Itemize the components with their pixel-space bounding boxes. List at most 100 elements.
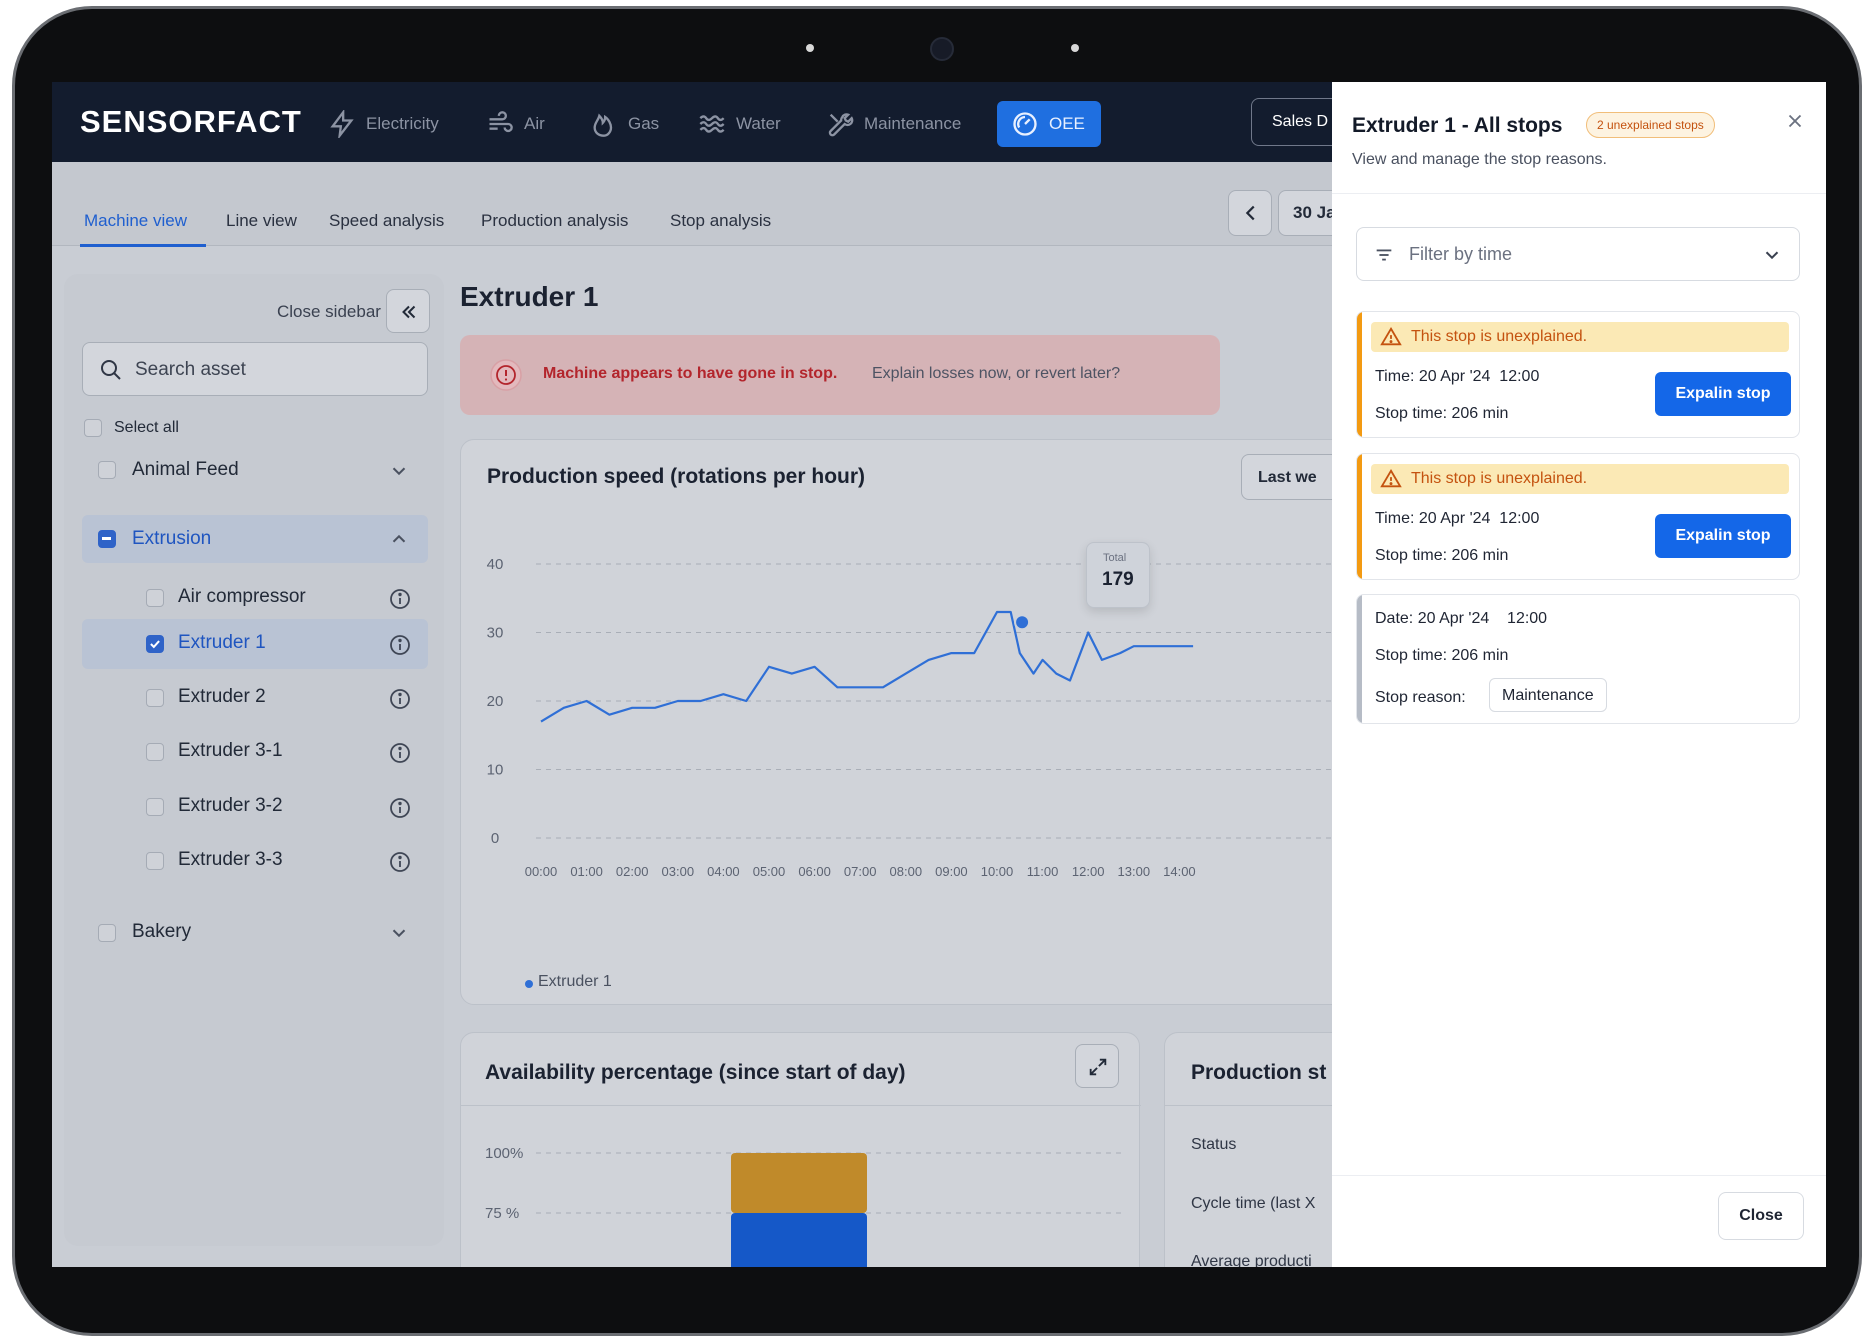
nav-label: OEE xyxy=(1049,114,1085,133)
group-checkbox-bakery[interactable] xyxy=(98,924,116,942)
chevron-down-icon xyxy=(1765,251,1779,260)
asset-label-extruder-3-1[interactable]: Extruder 3-1 xyxy=(178,740,283,762)
nav-water[interactable]: Water xyxy=(698,101,781,147)
stop-time-line: Time: 20 Apr '24 12:00 xyxy=(1375,368,1539,386)
nav-label: Gas xyxy=(628,114,660,133)
stop-reason-tag[interactable]: Maintenance xyxy=(1489,678,1607,712)
chevron-left-icon xyxy=(1245,205,1255,221)
nav-label: Air xyxy=(524,114,545,133)
time-value: 20 Apr '24 12:00 xyxy=(1418,510,1540,527)
close-icon[interactable] xyxy=(1784,110,1806,132)
panel-header-divider xyxy=(1332,193,1826,194)
status-row-label: Status xyxy=(1191,1136,1237,1153)
asset-checkbox[interactable] xyxy=(146,589,164,607)
y-tick-label: 10 xyxy=(487,762,504,779)
panel-close-button[interactable]: Close xyxy=(1718,1192,1804,1240)
active-tab-indicator xyxy=(80,244,206,247)
nav-maintenance[interactable]: Maintenance xyxy=(826,101,961,147)
wind-icon xyxy=(489,111,513,133)
nav-electricity[interactable]: Electricity xyxy=(328,101,439,147)
y-tick-label: 0 xyxy=(491,830,499,847)
x-tick-label: 12:00 xyxy=(1072,864,1105,879)
stop-card-unexplained: This stop is unexplained. Time: 20 Apr '… xyxy=(1356,453,1800,580)
explain-stop-button[interactable]: Expalin stop xyxy=(1655,514,1791,558)
stop-reason-label: Stop reason: xyxy=(1375,689,1466,706)
checkmark-icon xyxy=(150,640,160,649)
close-sidebar-button[interactable] xyxy=(386,289,430,333)
group-label-extrusion[interactable]: Extrusion xyxy=(132,528,211,550)
availability-card: Availability percentage (since start of … xyxy=(460,1032,1141,1267)
info-icon[interactable] xyxy=(388,741,412,765)
info-icon[interactable] xyxy=(388,796,412,820)
nav-gas[interactable]: Gas xyxy=(590,101,659,147)
x-tick-label: 00:00 xyxy=(525,864,558,879)
warning-triangle-icon xyxy=(1380,326,1402,346)
bar-segment-bottom xyxy=(731,1213,867,1267)
chevron-up-icon[interactable] xyxy=(388,528,410,550)
info-icon[interactable] xyxy=(388,850,412,874)
tab-machine-view[interactable]: Machine view xyxy=(84,211,187,231)
x-tick-label: 05:00 xyxy=(753,864,786,879)
stop-time-label: Stop time: xyxy=(1375,647,1448,664)
nav-air[interactable]: Air xyxy=(486,101,545,147)
info-icon[interactable] xyxy=(388,587,412,611)
asset-label-air-compressor[interactable]: Air compressor xyxy=(178,586,306,608)
info-icon[interactable] xyxy=(388,687,412,711)
nav-label: Water xyxy=(736,114,781,133)
asset-label-extruder-1[interactable]: Extruder 1 xyxy=(178,632,266,654)
select-all-checkbox[interactable] xyxy=(84,419,102,437)
previous-date-button[interactable] xyxy=(1228,190,1272,236)
time-value: 20 Apr '24 12:00 xyxy=(1418,368,1540,385)
asset-checkbox[interactable] xyxy=(146,852,164,870)
tab-speed-analysis[interactable]: Speed analysis xyxy=(329,211,444,231)
chevron-down-icon[interactable] xyxy=(388,460,410,482)
stop-duration-line: Stop time: 206 min xyxy=(1375,547,1508,565)
sensor-dot xyxy=(1071,44,1079,52)
asset-checkbox[interactable] xyxy=(146,689,164,707)
x-tick-label: 13:00 xyxy=(1118,864,1151,879)
explain-stop-button[interactable]: Expalin stop xyxy=(1655,372,1791,416)
filter-by-time-select[interactable]: Filter by time xyxy=(1356,227,1800,281)
stop-time-line: Time: 20 Apr '24 12:00 xyxy=(1375,510,1539,528)
series-line-extruder-1 xyxy=(540,610,1194,723)
group-label-bakery[interactable]: Bakery xyxy=(132,921,191,943)
tab-line-view[interactable]: Line view xyxy=(226,211,297,231)
group-checkbox-extrusion[interactable] xyxy=(98,530,116,548)
unexplained-stops-badge: 2 unexplained stops xyxy=(1586,112,1715,138)
select-all-label: Select all xyxy=(114,419,179,436)
asset-checkbox[interactable] xyxy=(146,743,164,761)
y-tick-label: 30 xyxy=(487,625,504,642)
x-tick-label: 14:00 xyxy=(1163,864,1196,879)
stop-card-unexplained: This stop is unexplained. Time: 20 Apr '… xyxy=(1356,311,1800,438)
search-input[interactable]: Search asset xyxy=(82,342,428,396)
x-tick-label: 03:00 xyxy=(662,864,695,879)
stops-side-panel: Extruder 1 - All stops 2 unexplained sto… xyxy=(1332,82,1826,1267)
asset-label-extruder-3-2[interactable]: Extruder 3-2 xyxy=(178,795,283,817)
water-waves-icon xyxy=(699,115,725,133)
nav-oee[interactable]: OEE xyxy=(997,101,1101,147)
card-title: Availability percentage (since start of … xyxy=(485,1061,906,1084)
asset-label-extruder-2[interactable]: Extruder 2 xyxy=(178,686,266,708)
cycle-time-row-label: Cycle time (last X xyxy=(1191,1195,1316,1212)
stop-alert-banner[interactable]: Machine appears to have gone in stop. Ex… xyxy=(460,335,1220,415)
indeterminate-mark xyxy=(102,537,111,540)
asset-checkbox[interactable] xyxy=(146,798,164,816)
x-tick-label: 11:00 xyxy=(1027,864,1059,879)
info-icon[interactable] xyxy=(388,633,412,657)
y-tick-label: 75 % xyxy=(485,1205,519,1222)
tab-production-analysis[interactable]: Production analysis xyxy=(481,211,628,231)
group-label-animal-feed[interactable]: Animal Feed xyxy=(132,459,239,481)
asset-checkbox-checked[interactable] xyxy=(146,635,164,653)
banner-strong-text: Machine appears to have gone in stop. xyxy=(543,365,838,382)
expand-button[interactable] xyxy=(1075,1044,1119,1088)
stop-card-explained: Date: 20 Apr '24 12:00 Stop time: 206 mi… xyxy=(1356,594,1800,724)
asset-label-extruder-3-3[interactable]: Extruder 3-3 xyxy=(178,849,283,871)
stop-duration-line: Stop time: 206 min xyxy=(1375,647,1508,665)
chevron-down-icon[interactable] xyxy=(388,922,410,944)
group-checkbox-animal-feed[interactable] xyxy=(98,461,116,479)
bar-segment-top xyxy=(731,1153,867,1213)
highlight-point xyxy=(1014,614,1031,631)
x-tick-label: 06:00 xyxy=(798,864,831,879)
stop-date-line: Date: 20 Apr '24 12:00 xyxy=(1375,610,1547,628)
tab-stop-analysis[interactable]: Stop analysis xyxy=(670,211,771,231)
